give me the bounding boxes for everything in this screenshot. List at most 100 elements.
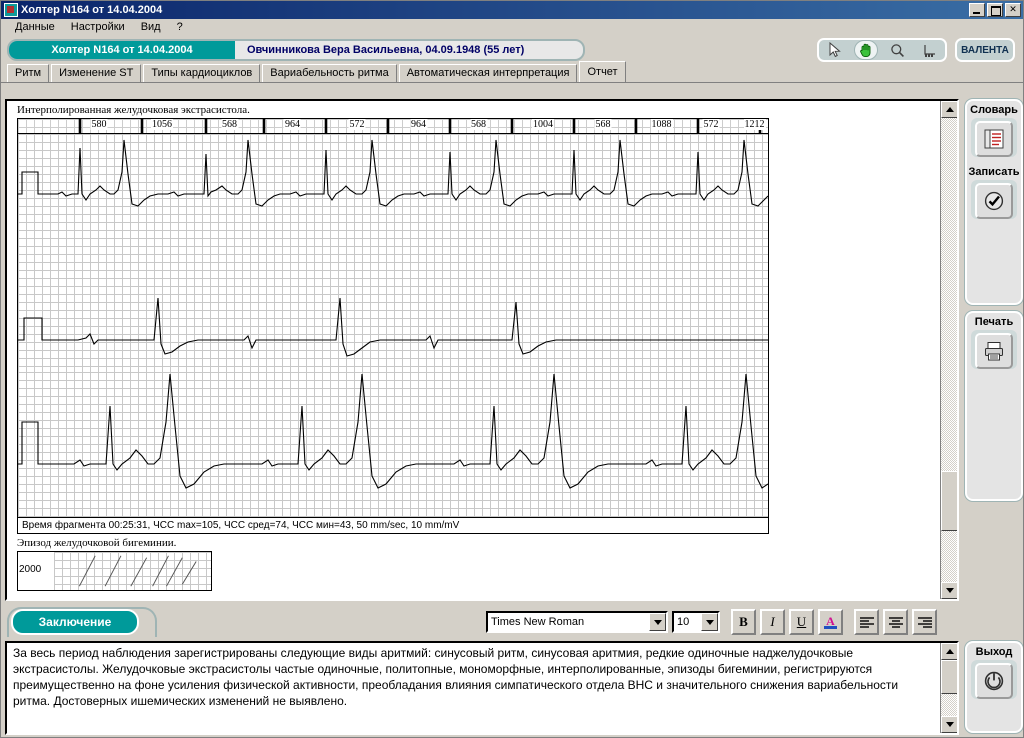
scroll-thumb[interactable]	[941, 660, 957, 694]
holter-application-window: Холтер N164 от 14.04.2004 ✕ Данные Настр…	[0, 0, 1024, 738]
rr-label: 1004	[532, 119, 554, 130]
ecg-fragment-2[interactable]: 2000	[17, 551, 212, 591]
format-controls: Times New Roman 10 B I U A	[486, 609, 937, 635]
ecg-trace-3	[18, 373, 768, 489]
holter-app-icon	[4, 3, 18, 17]
rr-label: 1088	[650, 119, 673, 130]
rr-label: 572	[702, 119, 720, 130]
rr-label: 964	[283, 119, 301, 130]
menu-help[interactable]: ?	[169, 20, 191, 34]
align-right-button[interactable]	[912, 609, 937, 635]
title-bar: Холтер N164 от 14.04.2004 ✕	[1, 1, 1023, 19]
main-body: Интерполированная желудочковая экстрасис…	[1, 97, 1023, 737]
rr-scatter-trace	[78, 555, 197, 587]
dictionary-label: Словарь	[970, 104, 1018, 116]
conclusion-text[interactable]: За весь период наблюдения зарегистрирова…	[7, 643, 937, 711]
bold-button[interactable]: B	[731, 609, 756, 635]
patient-info-box[interactable]: Холтер N164 от 14.04.2004 Овчинникова Ве…	[7, 39, 585, 61]
conclusion-editor-panel[interactable]: За весь период наблюдения зарегистрирова…	[5, 641, 959, 735]
scroll-thumb[interactable]	[941, 471, 957, 531]
chevron-down-icon[interactable]	[649, 613, 666, 631]
sidebar-group-print: Печать	[965, 311, 1023, 501]
rr-label: 964	[410, 119, 427, 130]
rr-label: 1212	[743, 119, 766, 130]
ecg-strip-2[interactable]	[18, 222, 768, 372]
align-left-button[interactable]	[854, 609, 879, 635]
scroll-up-button[interactable]	[941, 643, 957, 660]
font-family-value: Times New Roman	[491, 616, 585, 628]
exit-button[interactable]	[975, 663, 1013, 699]
menu-bar: Данные Настройки Вид ?	[1, 19, 1023, 36]
report-vertical-scrollbar[interactable]	[940, 101, 957, 599]
magnifier-zoom-icon[interactable]	[886, 40, 910, 60]
valenta-brand-button[interactable]: ВАЛЕНТА	[955, 38, 1015, 62]
exit-label: Выход	[975, 646, 1013, 658]
menu-data[interactable]: Данные	[7, 20, 63, 34]
font-size-select[interactable]: 10	[672, 611, 720, 633]
tab-conclusion[interactable]: Заключение	[11, 609, 139, 635]
tab-st-change[interactable]: Изменение ST	[51, 64, 142, 82]
font-color-button[interactable]: A	[818, 609, 843, 635]
font-size-value: 10	[677, 616, 690, 628]
print-button[interactable]	[975, 333, 1013, 369]
menu-view[interactable]: Вид	[133, 20, 169, 34]
svg-text:A: A	[826, 614, 835, 628]
rr-label: 568	[594, 119, 612, 130]
rr-label: 1056	[151, 119, 173, 130]
font-family-select[interactable]: Times New Roman	[486, 611, 668, 633]
fragment2-axis-label: 2000	[19, 564, 42, 575]
exit-button-wrap	[971, 660, 1017, 699]
save-button[interactable]	[975, 183, 1013, 219]
tab-rhythm[interactable]: Ритм	[7, 64, 50, 82]
sidebar-group-edit: Словарь Записать	[965, 99, 1023, 305]
arrow-cursor-icon[interactable]	[823, 40, 847, 60]
report-column: Интерполированная желудочковая экстрасис…	[1, 97, 963, 737]
tab-report[interactable]: Отчет	[579, 61, 626, 82]
hand-pan-icon[interactable]	[854, 40, 879, 60]
close-button[interactable]: ✕	[1005, 3, 1021, 17]
report-document-panel: Интерполированная желудочковая экстрасис…	[5, 99, 959, 601]
minimize-button[interactable]	[969, 3, 985, 17]
tab-rhythm-variability[interactable]: Вариабельность ритма	[262, 64, 397, 82]
save-label: Записать	[968, 166, 1020, 178]
tab-auto-interpretation[interactable]: Автоматическая интерпретация	[398, 64, 578, 82]
ecg-strip-1[interactable]	[18, 134, 768, 222]
main-tab-bar: Ритм Изменение ST Типы кардиоциклов Вари…	[1, 61, 1023, 83]
fragment1-caption: Интерполированная желудочковая экстрасис…	[17, 104, 250, 116]
save-check-icon	[984, 191, 1004, 211]
ecg-trace-2	[18, 297, 768, 357]
conclusion-vertical-scrollbar[interactable]	[940, 643, 957, 733]
rr-label: 580	[90, 119, 108, 130]
rr-interval-ruler: 580 1056 568 964 572 964 568 1004 568 10…	[18, 119, 768, 134]
conclusion-format-toolbar: Заключение Times New Roman 10 B I U A	[1, 605, 963, 641]
rr-label: 568	[221, 119, 238, 130]
menu-settings[interactable]: Настройки	[63, 20, 133, 34]
measure-ruler-icon[interactable]	[917, 40, 941, 60]
dictionary-button-wrap	[971, 118, 1017, 157]
ecg-trace-1	[18, 139, 768, 207]
ecg-fragment-1[interactable]: 580 1056 568 964 572 964 568 1004 568 10…	[17, 118, 769, 534]
underline-button[interactable]: U	[789, 609, 814, 635]
patient-name-label: Овчинникова Вера Васильевна, 04.09.1948 …	[247, 44, 525, 56]
dictionary-button[interactable]	[975, 121, 1013, 157]
scroll-down-button[interactable]	[941, 716, 957, 733]
chevron-down-icon[interactable]	[701, 613, 718, 631]
fragment1-footer: Время фрагмента 00:25:31, ЧСС max=105, Ч…	[18, 517, 768, 533]
save-button-wrap	[971, 180, 1017, 219]
sidebar-group-exit: Выход	[965, 641, 1023, 733]
window-title: Холтер N164 от 14.04.2004	[21, 4, 163, 16]
ecg-strip-3[interactable]	[18, 372, 768, 517]
scroll-down-button[interactable]	[941, 582, 957, 599]
maximize-button[interactable]	[987, 3, 1003, 17]
patient-bar: Холтер N164 от 14.04.2004 Овчинникова Ве…	[1, 36, 1023, 62]
print-button-wrap	[971, 330, 1017, 369]
italic-button[interactable]: I	[760, 609, 785, 635]
scroll-up-button[interactable]	[941, 101, 957, 118]
align-center-button[interactable]	[883, 609, 908, 635]
view-tools-toolbar	[817, 38, 947, 62]
tab-cardiocycle-types[interactable]: Типы кардиоциклов	[143, 64, 261, 82]
rr-label: 572	[348, 119, 366, 130]
study-label: Холтер N164 от 14.04.2004	[9, 41, 235, 59]
right-sidebar: Словарь Записать Печать Выход	[963, 97, 1023, 737]
printer-icon	[985, 342, 1003, 361]
